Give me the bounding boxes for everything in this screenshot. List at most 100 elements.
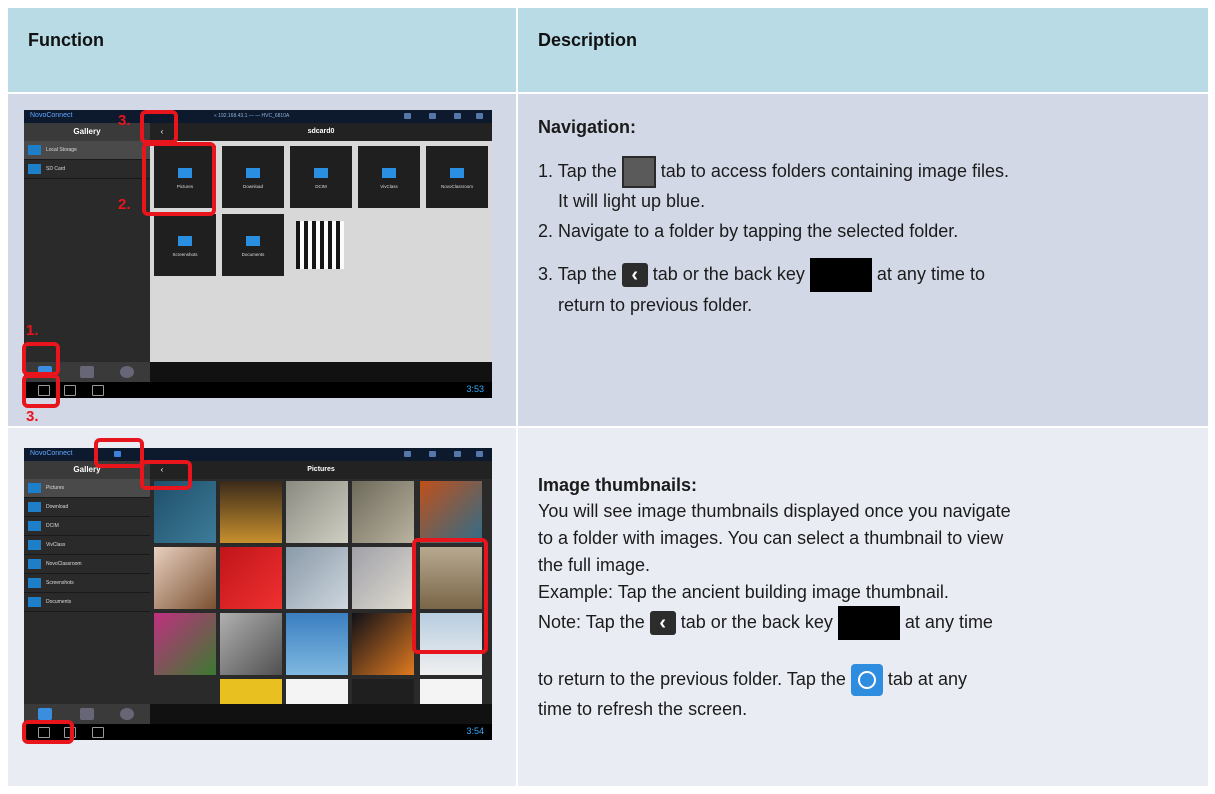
- android-navbar: 3:54: [24, 724, 492, 740]
- toolbar-icon: [454, 451, 461, 457]
- globe-tab-icon[interactable]: [120, 366, 134, 378]
- marker-2: 2.: [118, 196, 131, 213]
- image-thumbnail[interactable]: [154, 481, 216, 543]
- sidebar-item-screenshots[interactable]: Screenshots: [24, 574, 150, 593]
- thumbnails-title: Image thumbnails:: [538, 475, 698, 495]
- highlight-back-key: [22, 720, 74, 744]
- image-thumbnail[interactable]: [420, 481, 482, 543]
- step-1: 1. Tap the tab to access folders contain…: [538, 156, 1198, 214]
- highlight-building-thumbnail: [412, 538, 488, 654]
- folder-dcim[interactable]: DCIM: [290, 146, 352, 208]
- app-title: NovoConnect: [30, 450, 73, 457]
- folder-icon: [178, 236, 192, 246]
- toolbar-icon: [404, 113, 411, 119]
- header-function: Function: [28, 30, 104, 50]
- back-key-image: [837, 606, 900, 640]
- highlight-pictures-folder: [142, 142, 216, 216]
- step-2: 2. Navigate to a folder by tapping the s…: [538, 221, 959, 241]
- folder-sidebar: Pictures Download DCIM VivClass NovoClas…: [24, 479, 150, 704]
- app-titlebar: NovoConnect « 192.168.43.1 — — HVC_6810A: [24, 110, 492, 123]
- folder-icon: [28, 502, 41, 512]
- highlight-back-key: [22, 374, 60, 408]
- toolbar-icon: [429, 113, 436, 119]
- folder-icon: [28, 559, 41, 569]
- folder-vivclass[interactable]: VivClass: [358, 146, 420, 208]
- sidebar-item-download[interactable]: Download: [24, 498, 150, 517]
- image-thumbnail[interactable]: [286, 481, 348, 543]
- sidebar-item-novoclassroom[interactable]: NovoClassroom: [24, 555, 150, 574]
- thumbnails-body: You will see image thumbnails displayed …: [538, 501, 1011, 602]
- folder-icon: [450, 168, 464, 178]
- image-tab-icon[interactable]: [38, 708, 52, 720]
- marker-3: 3.: [118, 112, 131, 129]
- toolbar-icon: [476, 113, 483, 119]
- image-tab-icon: [621, 156, 656, 188]
- toolbar-icon: [476, 451, 483, 457]
- gallery-header: Gallery: [24, 123, 150, 141]
- image-thumbnail[interactable]: [220, 613, 282, 675]
- qr-code-thumbnail[interactable]: [296, 221, 344, 269]
- folder-icon: [246, 168, 260, 178]
- image-thumbnail[interactable]: [352, 613, 414, 675]
- status-clock: 3:54: [466, 726, 484, 736]
- image-thumbnail[interactable]: [286, 613, 348, 675]
- image-thumbnail[interactable]: [220, 481, 282, 543]
- image-thumbnail[interactable]: [286, 547, 348, 609]
- back-tab-icon: ‹: [649, 611, 676, 635]
- toolbar-icon: [454, 113, 461, 119]
- back-tab-icon: ‹: [621, 263, 648, 287]
- globe-tab-icon[interactable]: [120, 708, 134, 720]
- sd-card-icon: [28, 164, 41, 174]
- storage-sidebar: Local Storage SD Card: [24, 141, 150, 362]
- note-line-2: to return to the previous folder. Tap th…: [538, 664, 1198, 696]
- folder-tab-icon[interactable]: [80, 708, 94, 720]
- image-thumbnail[interactable]: [420, 679, 482, 704]
- recent-apps-icon[interactable]: [92, 385, 104, 396]
- folder-icon: [28, 597, 41, 607]
- toolbar-icon: [404, 451, 411, 457]
- image-thumbnail[interactable]: [220, 679, 282, 704]
- image-thumbnail[interactable]: [154, 547, 216, 609]
- image-thumbnail[interactable]: [154, 613, 216, 675]
- storage-icon: [28, 145, 41, 155]
- image-thumbnail[interactable]: [352, 481, 414, 543]
- back-key-image: [809, 258, 872, 292]
- folder-tab-icon[interactable]: [80, 366, 94, 378]
- highlight-back-tab: [140, 110, 178, 144]
- recent-apps-icon[interactable]: [92, 727, 104, 738]
- sidebar-item-dcim[interactable]: DCIM: [24, 517, 150, 536]
- image-thumbnail[interactable]: [220, 547, 282, 609]
- sidebar-item-documents[interactable]: Documents: [24, 593, 150, 612]
- highlight-image-tab: [22, 342, 60, 376]
- folder-icon: [246, 236, 260, 246]
- app-title: NovoConnect: [30, 112, 73, 119]
- folder-icon: [382, 168, 396, 178]
- folder-icon: [28, 578, 41, 588]
- note-line-3: time to refresh the screen.: [538, 699, 748, 719]
- marker-1: 1.: [26, 322, 39, 339]
- image-thumbnail[interactable]: [352, 547, 414, 609]
- gallery-folders-screenshot: NovoConnect « 192.168.43.1 — — HVC_6810A…: [24, 110, 492, 398]
- refresh-icon: [850, 664, 883, 696]
- sidebar-item-sd-card[interactable]: SD Card: [24, 160, 150, 179]
- highlight-refresh-tab: [94, 438, 144, 468]
- step-3: 3. Tap the ‹ tab or the back key at any …: [538, 258, 1198, 318]
- sidebar-item-local-storage[interactable]: Local Storage: [24, 141, 150, 160]
- sidebar-item-pictures[interactable]: Pictures: [24, 479, 150, 498]
- folder-thumbnail[interactable]: [352, 679, 414, 704]
- header-function-cell: Function: [8, 8, 516, 92]
- home-key-icon[interactable]: [64, 385, 76, 396]
- folder-icon: [28, 521, 41, 531]
- folder-novoclassroom[interactable]: NovoClassroom: [426, 146, 488, 208]
- image-thumbnail[interactable]: [286, 679, 348, 704]
- folder-documents[interactable]: Documents: [222, 214, 284, 276]
- folder-icon: [314, 168, 328, 178]
- toolbar-icon: [429, 451, 436, 457]
- android-navbar: 3:53: [24, 382, 492, 398]
- note-line-1: Note: Tap the ‹ tab or the back key at a…: [538, 606, 1198, 640]
- folder-screenshots[interactable]: Screenshots: [154, 214, 216, 276]
- folder-download[interactable]: Download: [222, 146, 284, 208]
- function-table: Function Description NovoConnect « 192.1…: [8, 8, 1208, 786]
- marker-3b: 3.: [26, 408, 39, 425]
- sidebar-item-vivclass[interactable]: VivClass: [24, 536, 150, 555]
